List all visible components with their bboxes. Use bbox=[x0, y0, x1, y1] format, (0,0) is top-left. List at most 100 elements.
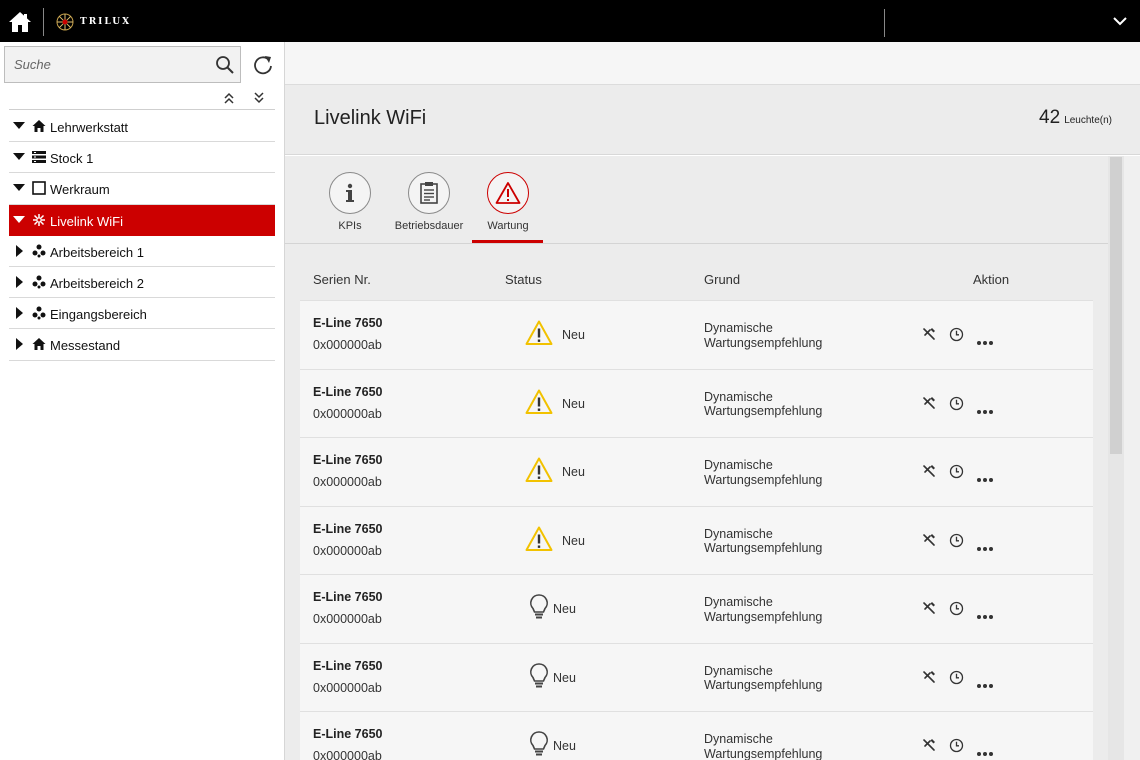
scrollbar-thumb[interactable] bbox=[1110, 157, 1122, 454]
bulb-icon bbox=[528, 662, 556, 690]
more-options-icon[interactable] bbox=[976, 470, 994, 482]
home-icon[interactable] bbox=[8, 10, 32, 34]
search-box bbox=[4, 46, 241, 83]
brand-name: TRILUX bbox=[80, 17, 132, 27]
collapse-all-icon[interactable] bbox=[223, 91, 235, 104]
bulb-icon bbox=[528, 730, 556, 758]
tab-wartung[interactable]: Wartung bbox=[463, 172, 553, 244]
reason-line-2: Wartungsempfehlung bbox=[704, 746, 823, 760]
more-options-icon[interactable] bbox=[976, 539, 994, 551]
expanded-triangle-icon[interactable] bbox=[13, 214, 25, 226]
status-text: Neu bbox=[562, 396, 585, 411]
reason-text: Dynamische Wartungsempfehlung bbox=[704, 321, 864, 350]
expand-all-icon[interactable] bbox=[253, 91, 265, 104]
clock-icon[interactable] bbox=[949, 738, 964, 753]
reason-line-1: Dynamische bbox=[704, 458, 773, 472]
tree-item-stock-1[interactable]: Stock 1 bbox=[9, 142, 275, 174]
expanded-triangle-icon[interactable] bbox=[13, 151, 25, 163]
more-options-icon[interactable] bbox=[976, 607, 994, 619]
search-icon[interactable] bbox=[215, 55, 235, 75]
collapsed-triangle-icon[interactable] bbox=[15, 307, 27, 320]
luminaire-name: E-Line 7650 bbox=[313, 316, 383, 330]
column-header-status[interactable]: Status bbox=[505, 272, 542, 287]
tree-item-arbeitsbereich-1[interactable]: Arbeitsbereich 1 bbox=[9, 236, 275, 267]
serial-number: 0x000000ab bbox=[313, 680, 382, 695]
tree-item-label: Livelink WiFi bbox=[50, 213, 123, 229]
tree-item-label: Lehrwerkstatt bbox=[50, 120, 129, 135]
column-header-reason[interactable]: Grund bbox=[704, 272, 740, 287]
tree-item-arbeitsbereich-2[interactable]: Arbeitsbereich 2 bbox=[9, 267, 275, 299]
tab-kpis[interactable]: KPIs bbox=[305, 172, 395, 244]
serial-number: 0x000000ab bbox=[313, 475, 382, 489]
reason-line-2: Wartungsempfehlung bbox=[704, 541, 823, 555]
reason-line-2: Wartungsempfehlung bbox=[704, 472, 823, 487]
warning-icon bbox=[525, 319, 553, 347]
clipboard-icon bbox=[408, 172, 450, 214]
tab-betriebsdauer[interactable]: Betriebsdauer bbox=[384, 172, 474, 244]
clock-icon[interactable] bbox=[949, 533, 964, 548]
active-tab-indicator bbox=[472, 240, 543, 243]
maintenance-tool-icon[interactable] bbox=[922, 533, 936, 547]
reason-text: Dynamische Wartungsempfehlung bbox=[704, 458, 864, 487]
maintenance-tool-icon[interactable] bbox=[922, 327, 936, 341]
tab-bar: KPIs Betriebsdauer Wartung bbox=[285, 156, 1108, 244]
collapsed-triangle-icon[interactable] bbox=[15, 338, 27, 351]
reason-line-1: Dynamische bbox=[704, 663, 773, 678]
table-row[interactable]: E-Line 7650 0x000000ab Neu Dynamische Wartun… bbox=[300, 642, 1093, 711]
clock-icon[interactable] bbox=[949, 601, 964, 616]
maintenance-tool-icon[interactable] bbox=[922, 464, 936, 478]
clock-icon[interactable] bbox=[949, 396, 964, 411]
tree-item-label: Werkraum bbox=[50, 182, 110, 198]
table-row[interactable]: E-Line 7650 0x000000ab Neu Dynamische Wartun… bbox=[300, 711, 1093, 760]
content-toolbar bbox=[285, 42, 1140, 85]
tree-item-lehrwerkstatt[interactable]: Lehrwerkstatt bbox=[9, 111, 275, 143]
column-header-serial[interactable]: Serien Nr. bbox=[313, 272, 371, 287]
table-row[interactable]: E-Line 7650 0x000000ab Neu Dynamische Wartun… bbox=[300, 300, 1093, 369]
home-icon bbox=[32, 337, 46, 351]
tree-item-eingangsbereich[interactable]: Eingangsbereich bbox=[9, 298, 275, 330]
clock-icon[interactable] bbox=[949, 464, 964, 479]
collapsed-triangle-icon[interactable] bbox=[15, 275, 27, 288]
serial-number: 0x000000ab bbox=[313, 612, 382, 626]
expanded-triangle-icon[interactable] bbox=[13, 120, 25, 132]
maintenance-tool-icon[interactable] bbox=[922, 738, 936, 752]
maintenance-tool-icon[interactable] bbox=[922, 670, 936, 684]
luminaire-name: E-Line 7650 bbox=[313, 453, 383, 467]
tab-label: Wartung bbox=[487, 220, 529, 232]
reason-line-2: Wartungsempfehlung bbox=[704, 335, 823, 350]
table-row[interactable]: E-Line 7650 0x000000ab Neu Dynamische Wartun… bbox=[300, 368, 1093, 437]
reason-text: Dynamische Wartungsempfehlung bbox=[704, 595, 864, 624]
serial-number: 0x000000ab bbox=[313, 749, 382, 760]
reason-line-2: Wartungsempfehlung bbox=[704, 678, 823, 692]
collapsed-triangle-icon[interactable] bbox=[15, 244, 27, 257]
maintenance-tool-icon[interactable] bbox=[922, 396, 936, 410]
status-text: Neu bbox=[562, 328, 585, 342]
more-options-icon[interactable] bbox=[976, 402, 994, 414]
serial-number: 0x000000ab bbox=[313, 406, 382, 421]
clock-icon[interactable] bbox=[949, 327, 964, 342]
status-text: Neu bbox=[553, 670, 576, 685]
zone-icon bbox=[32, 275, 46, 289]
more-options-icon[interactable] bbox=[976, 676, 994, 688]
serial-number: 0x000000ab bbox=[313, 543, 382, 558]
search-input[interactable] bbox=[5, 47, 210, 82]
maintenance-table-area: Serien Nr. Status Grund Aktion E-Line 76… bbox=[285, 244, 1108, 760]
luminaire-count: 42 Leuchte(n) bbox=[1039, 107, 1112, 129]
page-title: Livelink WiFi bbox=[314, 107, 427, 129]
table-row[interactable]: E-Line 7650 0x000000ab Neu Dynamische Wartun… bbox=[300, 505, 1093, 574]
table-row[interactable]: E-Line 7650 0x000000ab Neu Dynamische Wartun… bbox=[300, 574, 1093, 643]
table-row[interactable]: E-Line 7650 0x000000ab Neu Dynamische Wartun… bbox=[300, 437, 1093, 506]
refresh-icon[interactable] bbox=[252, 54, 274, 76]
chevron-down-icon[interactable] bbox=[1112, 14, 1128, 28]
clock-icon[interactable] bbox=[949, 670, 964, 685]
tree-item-label: Eingangsbereich bbox=[50, 307, 147, 323]
home-icon bbox=[32, 119, 46, 133]
more-options-icon[interactable] bbox=[976, 744, 994, 756]
tree-item-messestand[interactable]: Messestand bbox=[9, 329, 275, 361]
warning-icon bbox=[525, 388, 553, 416]
tree-item-werkraum[interactable]: Werkraum bbox=[9, 173, 275, 205]
maintenance-tool-icon[interactable] bbox=[922, 601, 936, 615]
expanded-triangle-icon[interactable] bbox=[13, 182, 25, 194]
tree-item-livelink-wifi[interactable]: Livelink WiFi bbox=[9, 204, 275, 236]
more-options-icon[interactable] bbox=[976, 333, 994, 345]
